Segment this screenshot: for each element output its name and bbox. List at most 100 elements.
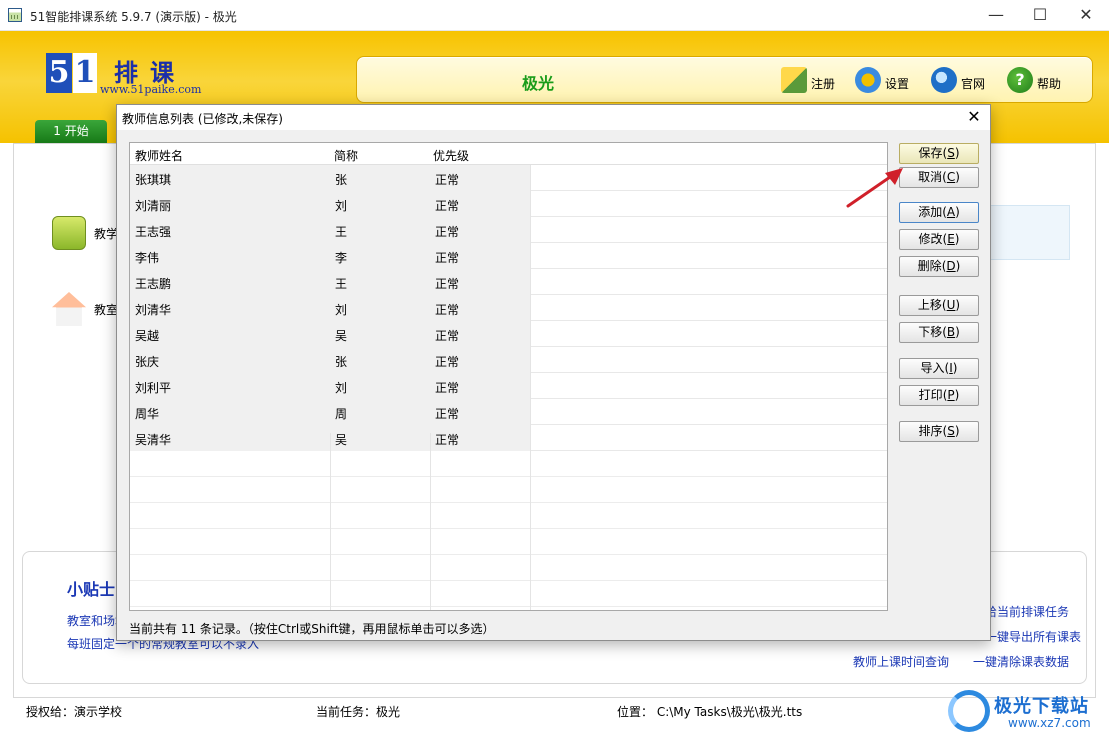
empty-row xyxy=(130,555,887,581)
app-logo: 5 1 排课 www.51paike.com xyxy=(46,53,201,98)
help-button[interactable]: ? 帮助 xyxy=(1007,65,1061,95)
cell-short: 张 xyxy=(335,355,348,369)
status-location: 位置： C:\My Tasks\极光\极光.tts xyxy=(617,705,803,719)
row-cells xyxy=(130,321,531,347)
teacher-grid[interactable]: 教师姓名 简称 优先级 张琪琪张正常 刘清丽刘正常 王志强王正常 李伟李正常 王志鹏王正… xyxy=(129,142,888,611)
window-title: 51智能排课系统 5.9.7 (演示版) - 极光 xyxy=(30,10,237,24)
cell-name: 张琪琪 xyxy=(135,173,172,187)
row-cells xyxy=(130,217,531,243)
status-current-task: 当前任务：极光 xyxy=(316,705,401,719)
row-cells xyxy=(130,295,531,321)
table-row[interactable]: 吴清华 吴 正常 xyxy=(130,425,887,451)
cell-name: 李伟 xyxy=(135,251,160,265)
empty-row xyxy=(130,451,887,477)
sort-button[interactable]: 排序(S) xyxy=(899,421,979,442)
row-cells xyxy=(130,165,531,191)
cell-short: 吴 xyxy=(335,433,348,447)
home-item-classroom[interactable]: 教室 xyxy=(52,292,118,326)
row-cells xyxy=(130,269,531,295)
logo-digit-1: 1 xyxy=(73,53,97,93)
watermark-logo-icon xyxy=(948,690,990,732)
table-row[interactable]: 刘清华 刘 正常 xyxy=(130,295,887,321)
cell-name: 张庆 xyxy=(135,355,160,369)
column-header-name[interactable]: 教师姓名 xyxy=(135,147,183,164)
table-row[interactable]: 王志强 王 正常 xyxy=(130,217,887,243)
print-button[interactable]: 打印(P) xyxy=(899,385,979,406)
column-header-priority[interactable]: 优先级 xyxy=(433,147,469,164)
cell-short: 王 xyxy=(335,277,348,291)
cell-name: 刘利平 xyxy=(135,381,172,395)
tab-start[interactable]: 1 开始 xyxy=(35,120,107,143)
home-item-teaching[interactable]: 教学 xyxy=(52,216,118,250)
cell-short: 张 xyxy=(335,173,348,187)
move-down-button[interactable]: 下移(B) xyxy=(899,322,979,343)
cell-short: 刘 xyxy=(335,303,348,317)
cell-priority: 正常 xyxy=(435,381,460,395)
table-row[interactable]: 吴越 吴 正常 xyxy=(130,321,887,347)
minimize-button[interactable]: — xyxy=(973,0,1019,31)
row-cells xyxy=(130,399,531,425)
status-bar: 授权给：演示学校 当前任务：极光 位置： C:\My Tasks\极光\极光.t… xyxy=(0,700,1109,722)
cancel-button[interactable]: 取消(C) xyxy=(899,167,979,188)
cell-name: 王志强 xyxy=(135,225,172,239)
edit-button[interactable]: 修改(E) xyxy=(899,229,979,250)
import-button[interactable]: 导入(I) xyxy=(899,358,979,379)
move-up-button[interactable]: 上移(U) xyxy=(899,295,979,316)
settings-button[interactable]: 设置 xyxy=(855,65,909,95)
website-label: 官网 xyxy=(961,76,986,91)
cell-priority: 正常 xyxy=(435,433,460,447)
website-button[interactable]: 官网 xyxy=(931,65,985,95)
dialog-status: 当前共有 11 条记录。（按住Ctrl或Shift键，再用鼠标单击可以多选） xyxy=(129,622,495,636)
empty-row xyxy=(130,477,887,503)
logo-digit-5: 5 xyxy=(46,53,72,93)
cell-name: 周华 xyxy=(135,407,160,421)
register-button[interactable]: 注册 xyxy=(781,65,835,95)
home-item-label: 教室 xyxy=(94,302,119,317)
table-row[interactable]: 刘利平 刘 正常 xyxy=(130,373,887,399)
info-panel xyxy=(990,205,1070,260)
table-row[interactable]: 张庆 张 正常 xyxy=(130,347,887,373)
table-row[interactable]: 王志鹏 王 正常 xyxy=(130,269,887,295)
table-row[interactable]: 刘清丽 刘 正常 xyxy=(130,191,887,217)
empty-row xyxy=(130,529,887,555)
grid-column-divider xyxy=(430,433,431,610)
cell-short: 吴 xyxy=(335,329,348,343)
window-titlebar: 51智能排课系统 5.9.7 (演示版) - 极光 — ☐ ✕ xyxy=(0,0,1109,31)
close-button[interactable]: ✕ xyxy=(1063,0,1109,31)
link-current-task[interactable]: 给当前排课任务 xyxy=(985,603,1069,620)
maximize-button[interactable]: ☐ xyxy=(1017,0,1063,31)
logo-url: www.51paike.com xyxy=(100,83,202,96)
cell-short: 周 xyxy=(335,407,348,421)
grid-column-divider xyxy=(330,433,331,610)
register-label: 注册 xyxy=(811,76,836,91)
dialog-close-button[interactable]: ✕ xyxy=(964,107,984,126)
cell-priority: 正常 xyxy=(435,199,460,213)
cell-priority: 正常 xyxy=(435,303,460,317)
table-row[interactable]: 张琪琪 张 正常 xyxy=(130,165,887,191)
register-icon xyxy=(781,67,807,93)
cell-name: 吴清华 xyxy=(135,433,172,447)
teaching-icon xyxy=(52,216,86,250)
link-export-all[interactable]: 一键导出所有课表 xyxy=(985,628,1081,645)
link-teacher-time[interactable]: 教师上课时间查询 xyxy=(853,653,949,670)
cell-priority: 正常 xyxy=(435,329,460,343)
cell-name: 吴越 xyxy=(135,329,160,343)
grid-column-divider xyxy=(530,165,531,610)
dialog-titlebar: 教师信息列表 (已修改,未保存) ✕ xyxy=(117,105,990,130)
delete-button[interactable]: 删除(D) xyxy=(899,256,979,277)
empty-row xyxy=(130,503,887,529)
help-label: 帮助 xyxy=(1037,76,1062,91)
table-row[interactable]: 李伟 李 正常 xyxy=(130,243,887,269)
cell-name: 王志鹏 xyxy=(135,277,172,291)
save-button[interactable]: 保存(S) xyxy=(899,143,979,164)
watermark-text: 极光下载站 xyxy=(994,696,1089,717)
cell-name: 刘清丽 xyxy=(135,199,172,213)
add-button[interactable]: 添加(A) xyxy=(899,202,979,223)
cell-priority: 正常 xyxy=(435,225,460,239)
link-clear-data[interactable]: 一键清除课表数据 xyxy=(973,653,1069,670)
cell-priority: 正常 xyxy=(435,277,460,291)
watermark-url: www.xz7.com xyxy=(1008,716,1091,730)
column-header-short[interactable]: 简称 xyxy=(334,147,358,164)
row-cells xyxy=(130,373,531,399)
table-row[interactable]: 周华 周 正常 xyxy=(130,399,887,425)
